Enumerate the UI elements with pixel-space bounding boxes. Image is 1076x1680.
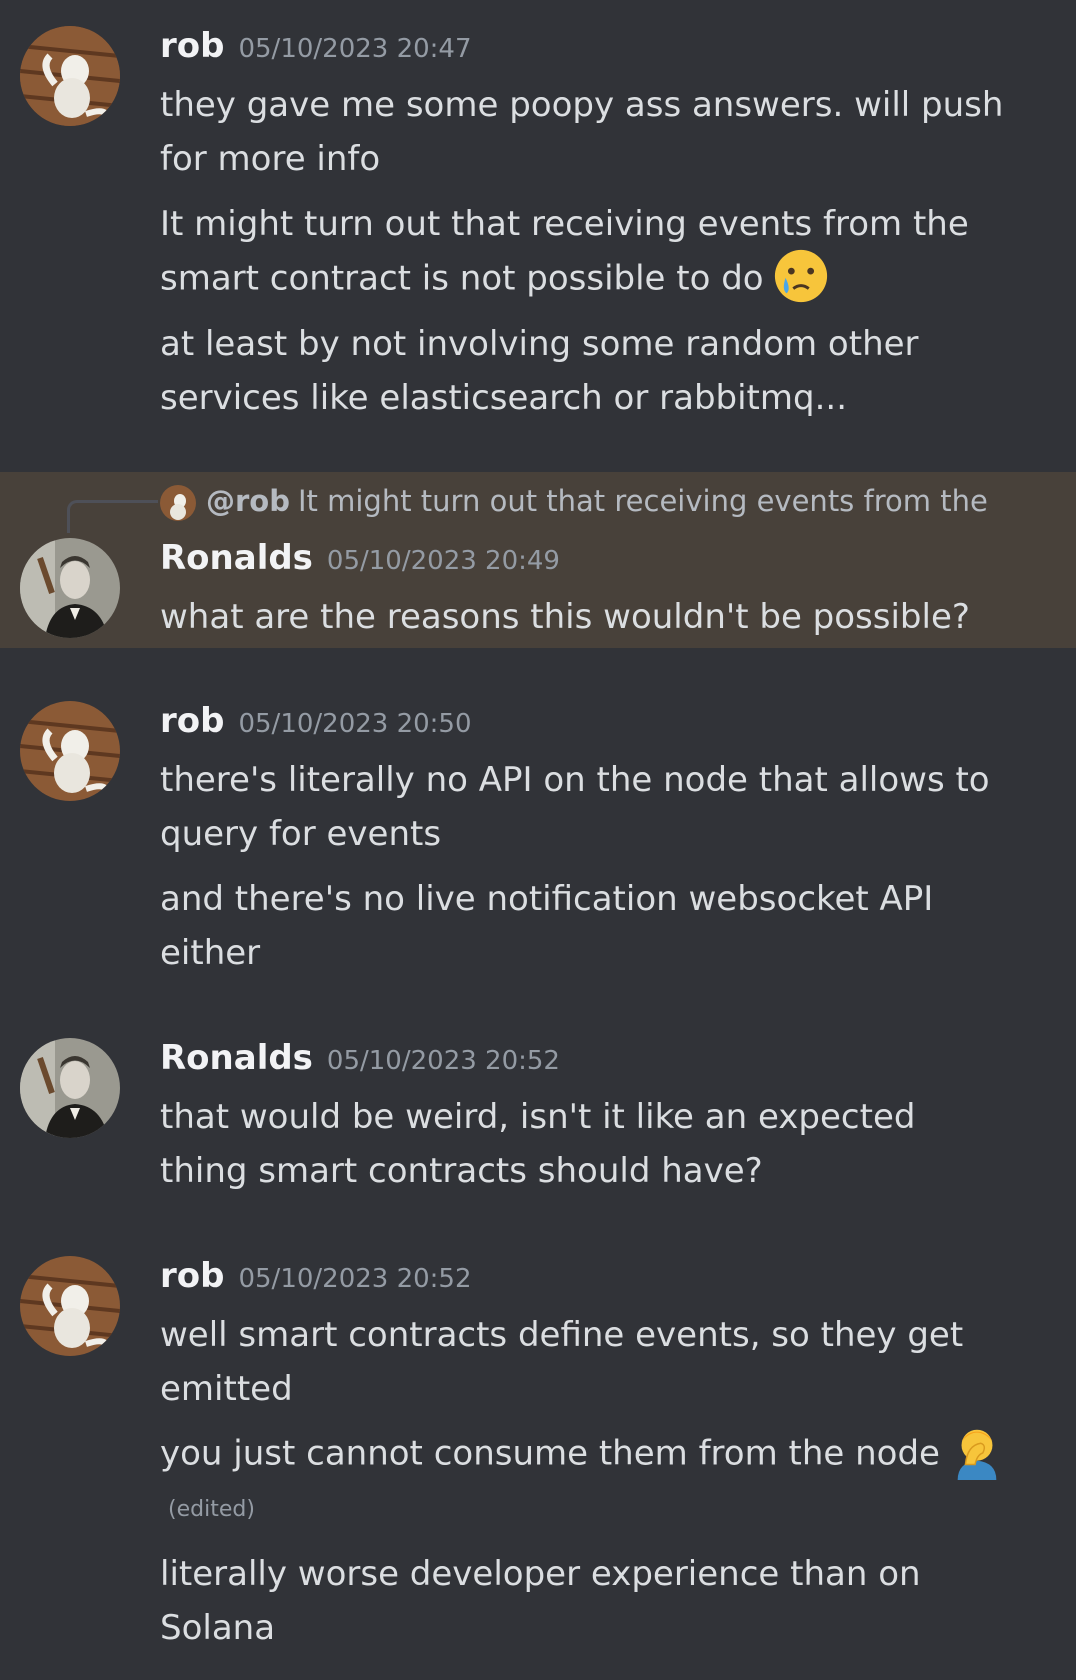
avatar-ronalds[interactable] xyxy=(20,538,120,638)
message-text: It might turn out that receiving events … xyxy=(160,204,969,244)
avatar-rob[interactable] xyxy=(20,701,120,801)
person-avatar-icon xyxy=(20,1038,120,1138)
avatar-rob[interactable] xyxy=(20,1256,120,1356)
message-text: at least by not involving some random ot… xyxy=(160,324,919,364)
message-text: smart contract is not possible to do xyxy=(160,258,764,299)
message-header: rob 05/10/2023 20:47 xyxy=(160,26,472,70)
message-text: and there's no live notification websock… xyxy=(160,879,934,919)
message-text: emitted xyxy=(160,1369,293,1409)
message-text: services like elasticsearch or rabbitmq.… xyxy=(160,378,848,418)
username[interactable]: rob xyxy=(160,1256,224,1296)
username[interactable]: rob xyxy=(160,26,224,66)
message-header: Ronalds 05/10/2023 20:52 xyxy=(160,1038,560,1082)
avatar-rob[interactable] xyxy=(20,26,120,126)
message-text-with-emoji: smart contract is not possible to do xyxy=(160,249,1020,309)
username[interactable]: rob xyxy=(160,701,224,741)
timestamp[interactable]: 05/10/2023 20:47 xyxy=(238,34,471,64)
username[interactable]: Ronalds xyxy=(160,1038,313,1078)
reply-preview-text: It might turn out that receiving events … xyxy=(297,484,988,518)
crying-face-icon[interactable] xyxy=(772,247,830,305)
message-text: you just cannot consume them from the no… xyxy=(160,1433,940,1474)
avatar-ronalds[interactable] xyxy=(20,1038,120,1138)
message-text: there's literally no API on the node tha… xyxy=(160,760,990,800)
facepalm-icon[interactable] xyxy=(948,1422,1006,1480)
monkey-avatar-icon xyxy=(20,26,120,126)
monkey-avatar-icon xyxy=(20,701,120,801)
message-text: that would be weird, isn't it like an ex… xyxy=(160,1097,916,1137)
timestamp[interactable]: 05/10/2023 20:50 xyxy=(238,709,471,739)
timestamp[interactable]: 05/10/2023 20:49 xyxy=(327,546,560,576)
message-text: they gave me some poopy ass answers. wil… xyxy=(160,85,1004,125)
edited-label: (edited) xyxy=(168,1497,255,1522)
message-header: rob 05/10/2023 20:52 xyxy=(160,1256,472,1300)
timestamp[interactable]: 05/10/2023 20:52 xyxy=(238,1264,471,1294)
message-text: what are the reasons this wouldn't be po… xyxy=(160,597,970,637)
reply-mention[interactable]: @rob xyxy=(206,484,290,518)
message-text: literally worse developer experience tha… xyxy=(160,1554,921,1594)
message-text: well smart contracts define events, so t… xyxy=(160,1315,964,1355)
message-text: Solana xyxy=(160,1608,276,1648)
message-text: thing smart contracts should have? xyxy=(160,1151,763,1191)
monkey-avatar-icon xyxy=(20,1256,120,1356)
username[interactable]: Ronalds xyxy=(160,538,313,578)
message-text: query for events xyxy=(160,814,442,854)
person-avatar-icon xyxy=(20,538,120,638)
message-header: Ronalds 05/10/2023 20:49 xyxy=(160,538,560,582)
message-header: rob 05/10/2023 20:50 xyxy=(160,701,472,745)
timestamp[interactable]: 05/10/2023 20:52 xyxy=(327,1046,560,1076)
reply-spine xyxy=(67,500,158,533)
message-text-with-emoji: you just cannot consume them from the no… xyxy=(160,1426,1020,1484)
reply-reference[interactable]: @rob It might turn out that receiving eve… xyxy=(160,484,988,521)
message-text: either xyxy=(160,933,261,973)
message-text: for more info xyxy=(160,139,381,179)
reply-avatar xyxy=(160,485,196,521)
